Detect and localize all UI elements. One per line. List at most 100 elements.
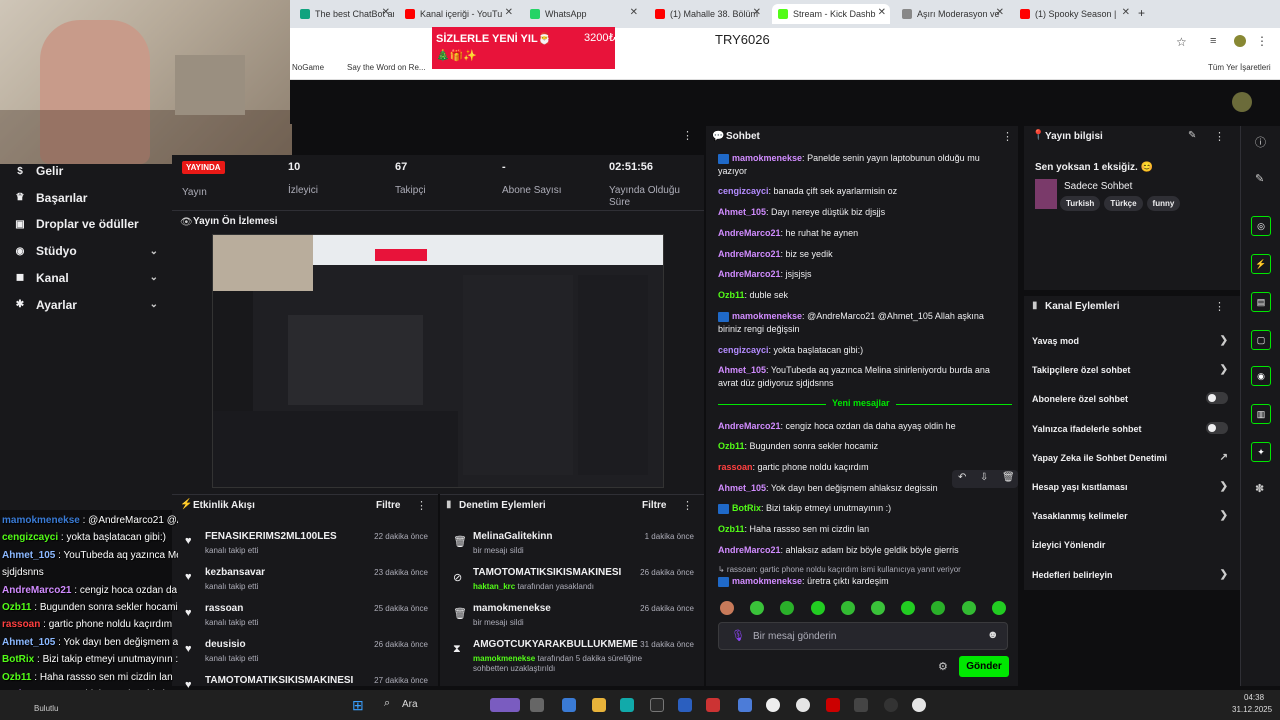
rail-button-camera[interactable]: ◎ bbox=[1251, 216, 1271, 236]
chat-message[interactable]: mamokmenekse: Panelde senin yayın laptob… bbox=[718, 152, 1000, 178]
chat-username[interactable]: Ahmet_105 bbox=[718, 207, 766, 217]
bookmark-item[interactable]: NoGame bbox=[292, 63, 324, 72]
rail-button-broadcast[interactable]: ◉ bbox=[1251, 366, 1271, 386]
rail-button-bolt[interactable]: ⚡ bbox=[1251, 254, 1271, 274]
edit-icon[interactable]: ✎ bbox=[1188, 130, 1196, 141]
chat-input[interactable]: 🎙 Bir mesaj gönderin ☻ bbox=[718, 622, 1008, 650]
browser-tab[interactable]: (1) Spooky Season | ✕ bbox=[1014, 4, 1134, 24]
emote-icon[interactable] bbox=[810, 601, 825, 615]
user-avatar[interactable] bbox=[1232, 92, 1252, 112]
tab-close-icon[interactable]: ✕ bbox=[878, 7, 886, 18]
moderation-target[interactable]: TAMOTOMATIKSIKISMAKINESI bbox=[473, 567, 621, 578]
rail-button-tools[interactable]: ✦ bbox=[1251, 442, 1271, 462]
external-link-icon[interactable]: ↗ bbox=[1220, 452, 1228, 463]
app-icon[interactable] bbox=[592, 698, 606, 712]
windows-start-icon[interactable]: ⊞ bbox=[352, 697, 364, 714]
all-bookmarks[interactable]: Tüm Yer İşaretleri bbox=[1208, 63, 1271, 72]
mic-icon[interactable]: 🎙 bbox=[731, 629, 745, 642]
taskbar-search[interactable]: Ara bbox=[402, 699, 418, 710]
tab-close-icon[interactable]: ✕ bbox=[753, 7, 761, 18]
chat-message[interactable]: AndreMarco21: biz se yedik bbox=[718, 248, 1000, 261]
tab-close-icon[interactable]: ✕ bbox=[382, 7, 390, 18]
channel-action-item[interactable]: Yalnızca ifadelerle sohbet bbox=[1032, 421, 1232, 434]
chat-message[interactable]: Ahmet_105: YouTubeda aq yazınca Melina s… bbox=[718, 364, 1000, 390]
chat-username[interactable]: AndreMarco21 bbox=[718, 545, 781, 555]
emote-icon[interactable] bbox=[931, 601, 946, 615]
moderation-target[interactable]: mamokmenekse bbox=[473, 603, 551, 614]
chevron-right-icon[interactable]: ❯ bbox=[1220, 364, 1228, 375]
chat-message[interactable]: Ozb11: Bugunden sonra sekler hocamiz bbox=[718, 440, 1000, 453]
channel-action-item[interactable]: Hesap yaşı kısıtlaması ❯ bbox=[1032, 481, 1232, 492]
browser-tab[interactable]: Kanal içeriği - YouTu ✕ bbox=[399, 4, 517, 24]
send-button[interactable]: Gönder bbox=[959, 656, 1009, 677]
channel-action-item[interactable]: Yasaklanmış kelimeler ❯ bbox=[1032, 510, 1232, 521]
moderation-target[interactable]: MelinaGalitekinn bbox=[473, 531, 552, 542]
clock-date[interactable]: 31.12.2025 bbox=[1232, 705, 1272, 714]
moderation-filter-button[interactable]: Filtre bbox=[642, 500, 666, 511]
new-messages-divider[interactable]: Yeni mesajlar bbox=[718, 398, 1012, 412]
chat-message[interactable]: AndreMarco21: he ruhat he aynen bbox=[718, 227, 1000, 240]
chat-username[interactable]: Ahmet_105 bbox=[718, 365, 766, 375]
channel-action-item[interactable]: Yapay Zeka ile Sohbet Denetimi ↗ bbox=[1032, 452, 1232, 463]
app-icon[interactable] bbox=[650, 698, 664, 712]
emote-icon[interactable] bbox=[961, 601, 976, 615]
chat-username[interactable]: mamokmenekse bbox=[732, 153, 802, 163]
tab-close-icon[interactable]: ✕ bbox=[1122, 7, 1130, 18]
reply-icon[interactable]: ↶ bbox=[958, 472, 966, 483]
activity-username[interactable]: rassoan bbox=[205, 603, 243, 614]
taskview-icon[interactable] bbox=[530, 698, 544, 712]
channel-action-item[interactable]: Abonelere özel sohbet bbox=[1032, 392, 1232, 405]
chat-username[interactable]: cengizcayci bbox=[718, 345, 769, 355]
info-icon[interactable]: ⓘ bbox=[1255, 134, 1266, 150]
chrome-icon[interactable] bbox=[912, 698, 926, 712]
chat-username[interactable]: mamokmenekse bbox=[732, 576, 802, 586]
delete-icon[interactable]: 🗑 bbox=[1002, 472, 1015, 483]
obs-icon[interactable] bbox=[884, 698, 898, 712]
chat-message[interactable]: AndreMarco21: jsjsjsjs bbox=[718, 268, 1000, 281]
chevron-right-icon[interactable]: ❯ bbox=[1220, 335, 1228, 346]
app-icon[interactable] bbox=[678, 698, 692, 712]
stream-info-menu-icon[interactable]: ⋮ bbox=[1214, 130, 1225, 143]
emote-icon[interactable] bbox=[780, 601, 795, 615]
search-icon[interactable]: ⌕ bbox=[384, 697, 390, 710]
app-icon[interactable] bbox=[738, 698, 752, 712]
sidebar-item-channel[interactable]: ◼ Kanal ⌄ bbox=[14, 271, 172, 285]
moderation-menu-icon[interactable]: ⋮ bbox=[682, 499, 693, 512]
stream-preview-video[interactable] bbox=[212, 234, 664, 488]
menu-list-icon[interactable]: ≡ bbox=[1210, 35, 1216, 47]
chat-message[interactable]: Ozb11: Haha rassso sen mi cizdin lan bbox=[718, 523, 1000, 536]
chat-username[interactable]: Ozb11 bbox=[718, 441, 745, 451]
chat-message[interactable]: mamokmenekse: üretra çıktı kardeşim bbox=[718, 575, 1000, 588]
activity-username[interactable]: deusisio bbox=[205, 639, 246, 650]
chat-menu-icon[interactable]: ⋮ bbox=[1002, 130, 1013, 143]
clock-time[interactable]: 04:38 bbox=[1244, 693, 1264, 702]
chat-username[interactable]: Ozb11 bbox=[718, 290, 745, 300]
toggle-switch[interactable] bbox=[1206, 392, 1228, 405]
toggle-switch[interactable] bbox=[1206, 421, 1228, 434]
chevron-down-icon[interactable]: ⌄ bbox=[150, 272, 158, 283]
tab-close-icon[interactable]: ✕ bbox=[505, 7, 513, 18]
chat-username[interactable]: BotRix bbox=[732, 503, 761, 513]
moderator-name[interactable]: mamokmenekse bbox=[473, 654, 535, 663]
moderation-target[interactable]: AMGOTCUKYARAKBULLUKMEME bbox=[473, 639, 638, 650]
tab-close-icon[interactable]: ✕ bbox=[996, 7, 1004, 18]
chevron-right-icon[interactable]: ❯ bbox=[1220, 569, 1228, 580]
browser-tab[interactable]: Stream - Kick Dashb ✕ bbox=[772, 4, 890, 24]
chat-username[interactable]: mamokmenekse bbox=[732, 311, 802, 321]
activity-username[interactable]: TAMOTOMATIKSIKISMAKINESI bbox=[205, 675, 353, 686]
moderator-name[interactable]: haktan_krc bbox=[473, 582, 515, 591]
channel-action-item[interactable]: İzleyici Yönlendir bbox=[1032, 540, 1232, 550]
channel-action-item[interactable]: Yavaş mod ❯ bbox=[1032, 335, 1232, 346]
more-options-icon[interactable]: ⋮ bbox=[1256, 34, 1268, 48]
activity-filter-button[interactable]: Filtre bbox=[376, 500, 400, 511]
chat-message[interactable]: cengizcayci: yokta başlatacan gibi:) bbox=[718, 344, 1000, 357]
app-icon[interactable] bbox=[706, 698, 720, 712]
browser-tab[interactable]: WhatsApp ✕ bbox=[524, 4, 642, 24]
chat-username[interactable]: AndreMarco21 bbox=[718, 249, 781, 259]
emote-icon[interactable] bbox=[871, 601, 885, 615]
panel-menu-icon[interactable]: ⋮ bbox=[682, 129, 693, 142]
rail-button-list[interactable]: ▤ bbox=[1251, 292, 1271, 312]
rail-button-log[interactable]: ▥ bbox=[1251, 404, 1271, 424]
chat-username[interactable]: AndreMarco21 bbox=[718, 421, 781, 431]
browser-tab[interactable]: Aşırı Moderasyon ve ✕ bbox=[896, 4, 1008, 24]
